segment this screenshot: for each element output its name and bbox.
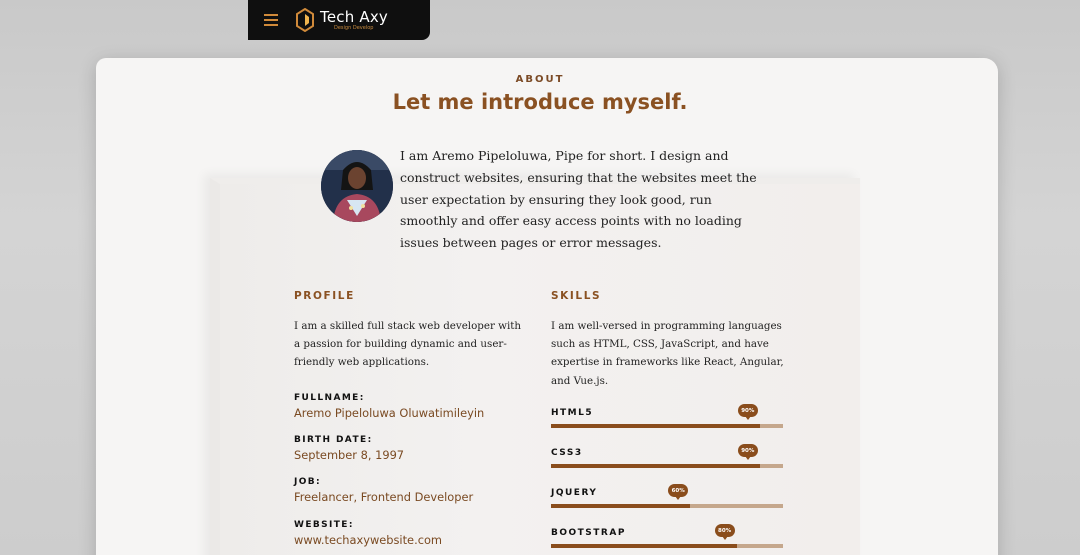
skill-percent-badge-bootstrap: 80%	[714, 524, 735, 540]
menu-icon[interactable]	[264, 14, 278, 26]
skill-percent-badge-html5: 90%	[737, 404, 758, 420]
brand-name: Tech Axy	[320, 8, 388, 26]
skills-text: I am well-versed in programming language…	[551, 320, 784, 387]
skill-bar-css3	[551, 464, 783, 468]
section-label: ABOUT	[515, 74, 565, 85]
website-label: WEBSITE:	[294, 520, 354, 530]
section-title: Let me introduce myself.	[392, 90, 688, 114]
intro-paragraph: I am Aremo Pipeloluwa, Pipe for short. I…	[400, 148, 757, 251]
avatar	[321, 150, 393, 222]
skill-name-css3: CSS3	[551, 448, 583, 458]
skill-bar-jquery	[551, 504, 783, 508]
skill-bar-fill-css3	[551, 464, 760, 468]
fullname-value: Aremo Pipeloluwa Oluwatimileyin	[294, 406, 485, 420]
skill-bar-fill-bootstrap	[551, 544, 737, 548]
profile-heading: PROFILE	[294, 290, 355, 302]
birth-date-label: BIRTH DATE:	[294, 435, 373, 445]
job-value: Freelancer, Frontend Developer	[294, 490, 474, 504]
profile-text: I am a skilled full stack web developer …	[294, 320, 522, 369]
skill-bar-fill-html5	[551, 424, 760, 428]
skill-bar-bootstrap	[551, 544, 783, 548]
website-link[interactable]: www.techaxywebsite.com	[294, 533, 442, 547]
skill-name-jquery: JQUERY	[551, 488, 598, 498]
skill-bar-fill-jquery	[551, 504, 691, 508]
logo-icon	[296, 8, 314, 32]
brand-tagline: Design Develop	[334, 25, 374, 31]
fullname-label: FULLNAME:	[294, 393, 365, 403]
skills-heading: SKILLS	[551, 290, 602, 302]
skill-name-bootstrap: BOOTSTRAP	[551, 528, 626, 538]
birth-date-value: September 8, 1997	[294, 448, 405, 462]
brand[interactable]: Tech Axy Design Develop	[320, 9, 388, 31]
job-label: JOB:	[294, 477, 322, 487]
top-navbar: Tech Axy Design Develop	[248, 0, 430, 40]
avatar-image	[321, 150, 393, 222]
skill-percent-badge-jquery: 60%	[668, 484, 689, 500]
skill-bar-html5	[551, 424, 783, 428]
skill-percent-badge-css3: 90%	[737, 444, 758, 460]
skill-name-html5: HTML5	[551, 408, 594, 418]
